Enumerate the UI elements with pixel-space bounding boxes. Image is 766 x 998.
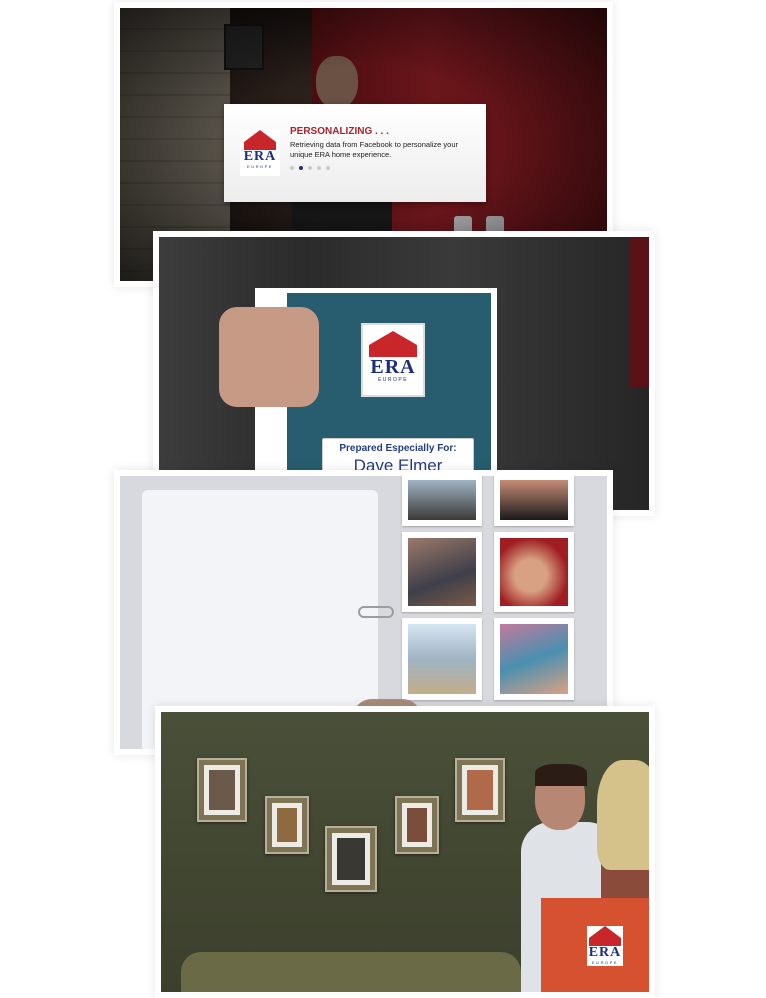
logo-subtext: EUROPE — [592, 960, 618, 965]
album-photo — [402, 476, 482, 526]
progress-dot — [308, 166, 312, 170]
wall-photo-frame — [197, 758, 247, 822]
label-prefix: Prepared Especially For: — [339, 443, 457, 454]
progress-dot — [290, 166, 294, 170]
roof-icon — [589, 926, 621, 938]
era-logo-cover: ERA EUROPE — [361, 323, 425, 397]
album-photo — [402, 532, 482, 612]
logo-text: ERA — [370, 356, 416, 378]
wall-photo-frame — [455, 758, 505, 822]
roof-icon — [369, 331, 417, 345]
card-body-text: Retrieving data from Facebook to persona… — [290, 140, 459, 159]
album-photo — [402, 618, 482, 700]
album-photo — [494, 532, 574, 612]
personalizing-card: ERA EUROPE PERSONALIZING . . . Retrievin… — [224, 104, 486, 202]
progress-dot — [317, 166, 321, 170]
era-logo-sign: ERA EUROPE — [587, 926, 623, 966]
album-photo — [494, 476, 574, 526]
video-frame-living-room: ERA EUROPE — [155, 706, 655, 998]
progress-dot — [299, 166, 303, 170]
logo-text: ERA — [588, 945, 622, 960]
roof-icon — [244, 130, 276, 142]
progress-dots — [290, 166, 330, 170]
sofa — [181, 952, 521, 992]
left-hand — [219, 307, 319, 407]
logo-text: ERA — [243, 149, 277, 164]
progress-dot — [326, 166, 330, 170]
binder-ring — [358, 606, 394, 618]
logo-subtext: EUROPE — [247, 164, 273, 169]
card-title: PERSONALIZING . . . — [290, 126, 389, 137]
wall-photo-frame — [395, 796, 439, 854]
album-photo — [494, 618, 574, 700]
wall-photo-frame — [265, 796, 309, 854]
red-door-edge — [629, 237, 649, 387]
wall-photo-frame — [325, 826, 377, 892]
era-sign: ERA EUROPE — [541, 898, 649, 992]
era-logo: ERA EUROPE — [240, 130, 280, 176]
